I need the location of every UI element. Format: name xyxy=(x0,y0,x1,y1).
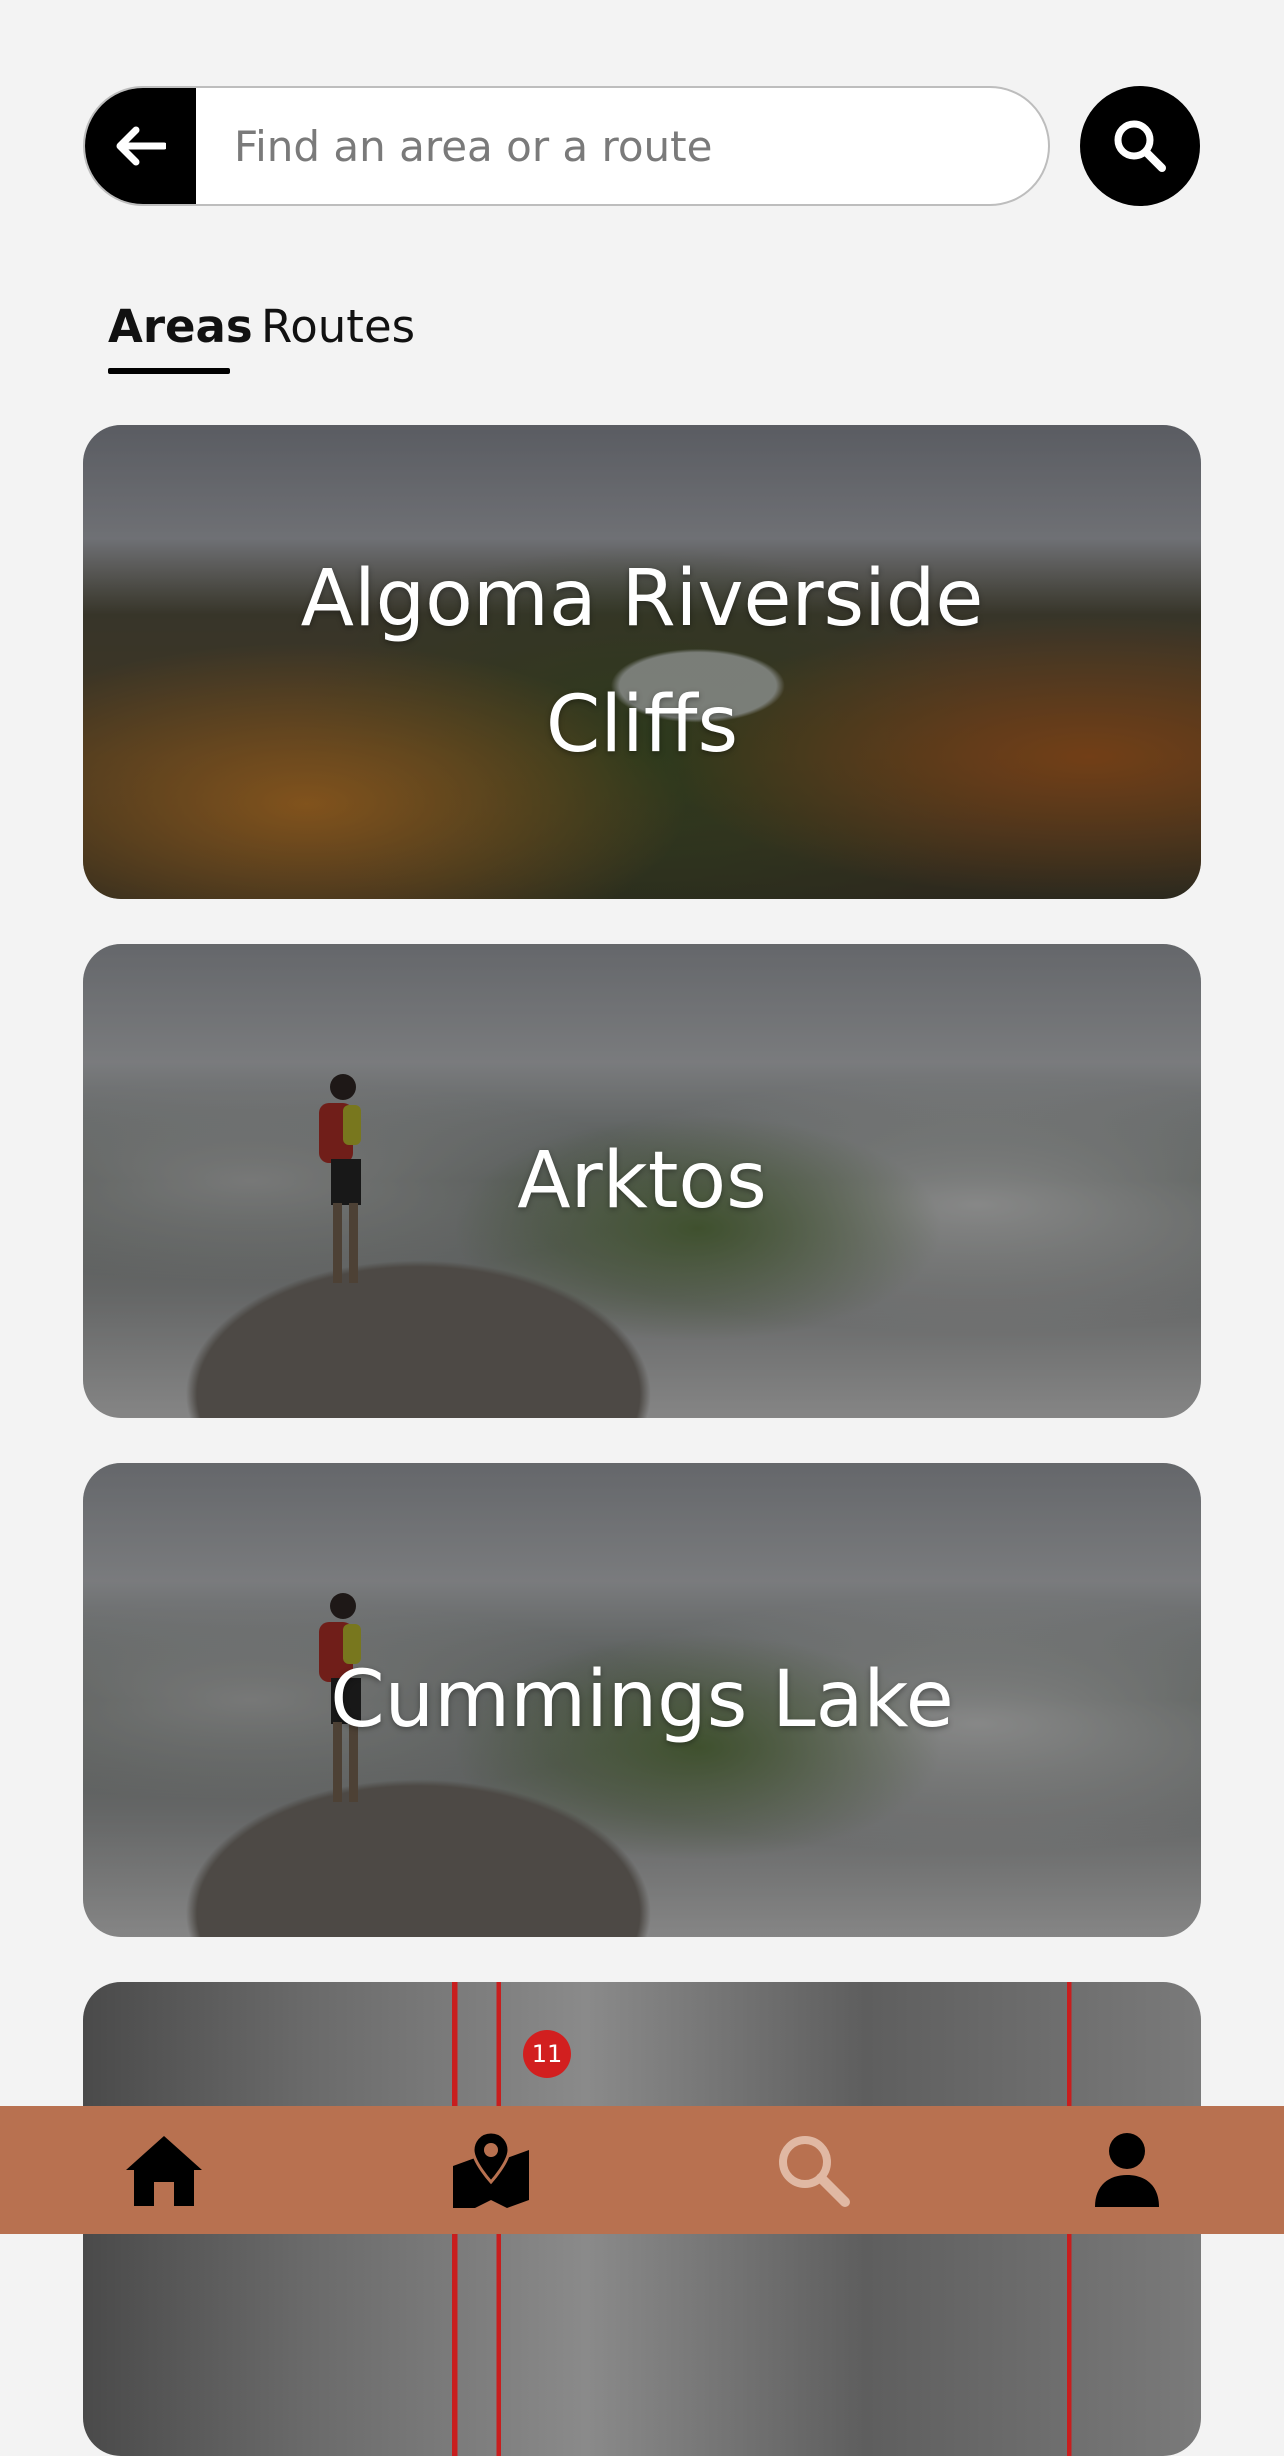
search-icon xyxy=(779,2136,850,2207)
nav-home[interactable] xyxy=(99,2106,229,2234)
nav-profile[interactable] xyxy=(1062,2106,1192,2234)
search-bar xyxy=(83,86,1050,206)
tab-areas[interactable]: Areas xyxy=(108,300,253,353)
area-card[interactable]: Arktos xyxy=(83,944,1201,1418)
area-card-title: Cummings Lake xyxy=(330,1655,954,1745)
area-card[interactable]: Algoma Riverside Cliffs xyxy=(83,425,1201,899)
search-input[interactable] xyxy=(196,88,1048,204)
nav-search[interactable] xyxy=(748,2106,878,2234)
home-icon xyxy=(126,2136,202,2206)
map-icon xyxy=(453,2130,529,2208)
back-button[interactable] xyxy=(85,88,196,204)
search-icon xyxy=(1114,120,1166,172)
bottom-nav xyxy=(0,2106,1284,2234)
nav-map[interactable] xyxy=(426,2106,556,2234)
profile-icon xyxy=(1095,2133,1159,2207)
tab-routes[interactable]: Routes xyxy=(261,300,415,353)
area-card-title: Algoma Riverside Cliffs xyxy=(300,554,984,770)
arrow-left-icon xyxy=(116,126,166,166)
active-tab-indicator xyxy=(108,368,230,374)
area-card-title: Arktos xyxy=(517,1136,767,1226)
search-button[interactable] xyxy=(1080,86,1200,206)
area-card[interactable]: Cummings Lake xyxy=(83,1463,1201,1937)
